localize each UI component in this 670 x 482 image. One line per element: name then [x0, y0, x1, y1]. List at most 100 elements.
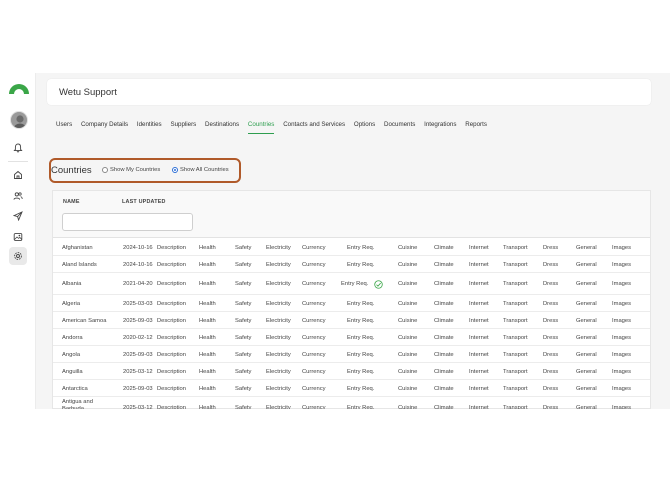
- section-link-dress[interactable]: Dress: [543, 301, 558, 307]
- section-link-electricity[interactable]: Electricity: [266, 318, 291, 324]
- section-link-dress[interactable]: Dress: [543, 352, 558, 358]
- section-link-climate[interactable]: Climate: [434, 301, 454, 307]
- column-header-name[interactable]: NAME: [63, 199, 80, 205]
- section-link-transport[interactable]: Transport: [503, 301, 528, 307]
- gear-icon[interactable]: [9, 247, 27, 265]
- tab-identities[interactable]: Identities: [137, 121, 162, 134]
- section-link-entry-req[interactable]: Entry Req.: [347, 386, 374, 392]
- country-name[interactable]: Albania: [62, 281, 122, 288]
- section-link-health[interactable]: Health: [199, 369, 216, 375]
- section-link-safety[interactable]: Safety: [235, 386, 251, 392]
- section-link-currency[interactable]: Currency: [302, 335, 326, 341]
- section-link-transport[interactable]: Transport: [503, 281, 528, 287]
- section-link-description[interactable]: Description: [157, 245, 186, 251]
- show-all-countries-radio[interactable]: [172, 167, 178, 173]
- table-row[interactable]: Afghanistan 2024-10-16 Description Health Sa…: [53, 239, 650, 256]
- section-link-electricity[interactable]: Electricity: [266, 386, 291, 392]
- section-link-safety[interactable]: Safety: [235, 335, 251, 341]
- section-link-cuisine[interactable]: Cuisine: [398, 245, 417, 251]
- section-link-dress[interactable]: Dress: [543, 318, 558, 324]
- section-link-health[interactable]: Health: [199, 281, 216, 287]
- country-name[interactable]: Angola: [62, 352, 122, 359]
- section-link-general[interactable]: General: [576, 281, 597, 287]
- section-link-health[interactable]: Health: [199, 386, 216, 392]
- section-link-internet[interactable]: Internet: [469, 335, 489, 341]
- section-link-dress[interactable]: Dress: [543, 262, 558, 268]
- section-link-entry-req[interactable]: Entry Req.: [347, 369, 374, 375]
- country-name[interactable]: Aland Islands: [62, 262, 122, 269]
- section-link-cuisine[interactable]: Cuisine: [398, 369, 417, 375]
- section-link-health[interactable]: Health: [199, 262, 216, 268]
- section-link-safety[interactable]: Safety: [235, 262, 251, 268]
- section-link-internet[interactable]: Internet: [469, 369, 489, 375]
- table-row[interactable]: Aland Islands 2024-10-16 Description Health…: [53, 256, 650, 273]
- table-row[interactable]: Albania 2021-04-20 Description Health Safety…: [53, 273, 650, 295]
- section-link-health[interactable]: Health: [199, 301, 216, 307]
- section-link-general[interactable]: General: [576, 262, 597, 268]
- section-link-safety[interactable]: Safety: [235, 301, 251, 307]
- table-row[interactable]: American Samoa 2025-09-03 Description Healt…: [53, 312, 650, 329]
- section-link-health[interactable]: Health: [199, 405, 216, 409]
- section-link-climate[interactable]: Climate: [434, 318, 454, 324]
- section-link-climate[interactable]: Climate: [434, 335, 454, 341]
- column-header-last-updated[interactable]: LAST UPDATED: [122, 199, 166, 205]
- section-link-cuisine[interactable]: Cuisine: [398, 352, 417, 358]
- country-name[interactable]: Anguilla: [62, 369, 122, 376]
- avatar[interactable]: [10, 111, 28, 129]
- section-link-images[interactable]: Images: [612, 301, 631, 307]
- section-link-images[interactable]: Images: [612, 386, 631, 392]
- table-row[interactable]: Antigua and Barbuda 2025-03-12 Description…: [53, 397, 650, 409]
- section-link-safety[interactable]: Safety: [235, 405, 251, 409]
- section-link-internet[interactable]: Internet: [469, 405, 489, 409]
- section-link-electricity[interactable]: Electricity: [266, 281, 291, 287]
- section-link-transport[interactable]: Transport: [503, 405, 528, 409]
- section-link-electricity[interactable]: Electricity: [266, 405, 291, 409]
- section-link-internet[interactable]: Internet: [469, 245, 489, 251]
- section-link-cuisine[interactable]: Cuisine: [398, 318, 417, 324]
- section-link-climate[interactable]: Climate: [434, 352, 454, 358]
- section-link-climate[interactable]: Climate: [434, 262, 454, 268]
- section-link-entry-req[interactable]: Entry Req.: [347, 352, 374, 358]
- section-link-electricity[interactable]: Electricity: [266, 352, 291, 358]
- country-name[interactable]: Algeria: [62, 301, 122, 308]
- tab-company-details[interactable]: Company Details: [81, 121, 128, 134]
- country-name[interactable]: Andorra: [62, 335, 122, 342]
- section-link-description[interactable]: Description: [157, 318, 186, 324]
- section-link-description[interactable]: Description: [157, 405, 186, 409]
- section-link-general[interactable]: General: [576, 386, 597, 392]
- send-icon[interactable]: [11, 209, 25, 223]
- section-link-currency[interactable]: Currency: [302, 318, 326, 324]
- section-link-images[interactable]: Images: [612, 405, 631, 409]
- table-row[interactable]: Anguilla 2025-03-12 Description Health Safet…: [53, 363, 650, 380]
- section-link-electricity[interactable]: Electricity: [266, 335, 291, 341]
- section-link-internet[interactable]: Internet: [469, 318, 489, 324]
- section-link-images[interactable]: Images: [612, 352, 631, 358]
- bell-icon[interactable]: [11, 141, 25, 155]
- tab-users[interactable]: Users: [56, 121, 72, 134]
- section-link-safety[interactable]: Safety: [235, 318, 251, 324]
- section-link-dress[interactable]: Dress: [543, 335, 558, 341]
- section-link-cuisine[interactable]: Cuisine: [398, 335, 417, 341]
- section-link-entry-req[interactable]: Entry Req.: [347, 301, 374, 307]
- tab-suppliers[interactable]: Suppliers: [170, 121, 196, 134]
- section-link-dress[interactable]: Dress: [543, 245, 558, 251]
- section-link-images[interactable]: Images: [612, 262, 631, 268]
- section-link-entry-req[interactable]: Entry Req.: [341, 281, 368, 287]
- section-link-internet[interactable]: Internet: [469, 281, 489, 287]
- show-my-countries-option[interactable]: Show My Countries: [102, 167, 160, 173]
- section-link-internet[interactable]: Internet: [469, 301, 489, 307]
- section-link-images[interactable]: Images: [612, 335, 631, 341]
- section-link-description[interactable]: Description: [157, 369, 186, 375]
- section-link-internet[interactable]: Internet: [469, 262, 489, 268]
- section-link-currency[interactable]: Currency: [302, 405, 326, 409]
- section-link-general[interactable]: General: [576, 335, 597, 341]
- section-link-climate[interactable]: Climate: [434, 245, 454, 251]
- tab-countries[interactable]: Countries: [247, 121, 275, 134]
- section-link-description[interactable]: Description: [157, 386, 186, 392]
- country-name[interactable]: Antarctica: [62, 386, 122, 393]
- section-link-electricity[interactable]: Electricity: [266, 301, 291, 307]
- section-link-transport[interactable]: Transport: [503, 369, 528, 375]
- section-link-currency[interactable]: Currency: [302, 281, 326, 287]
- section-link-health[interactable]: Health: [199, 335, 216, 341]
- section-link-description[interactable]: Description: [157, 262, 186, 268]
